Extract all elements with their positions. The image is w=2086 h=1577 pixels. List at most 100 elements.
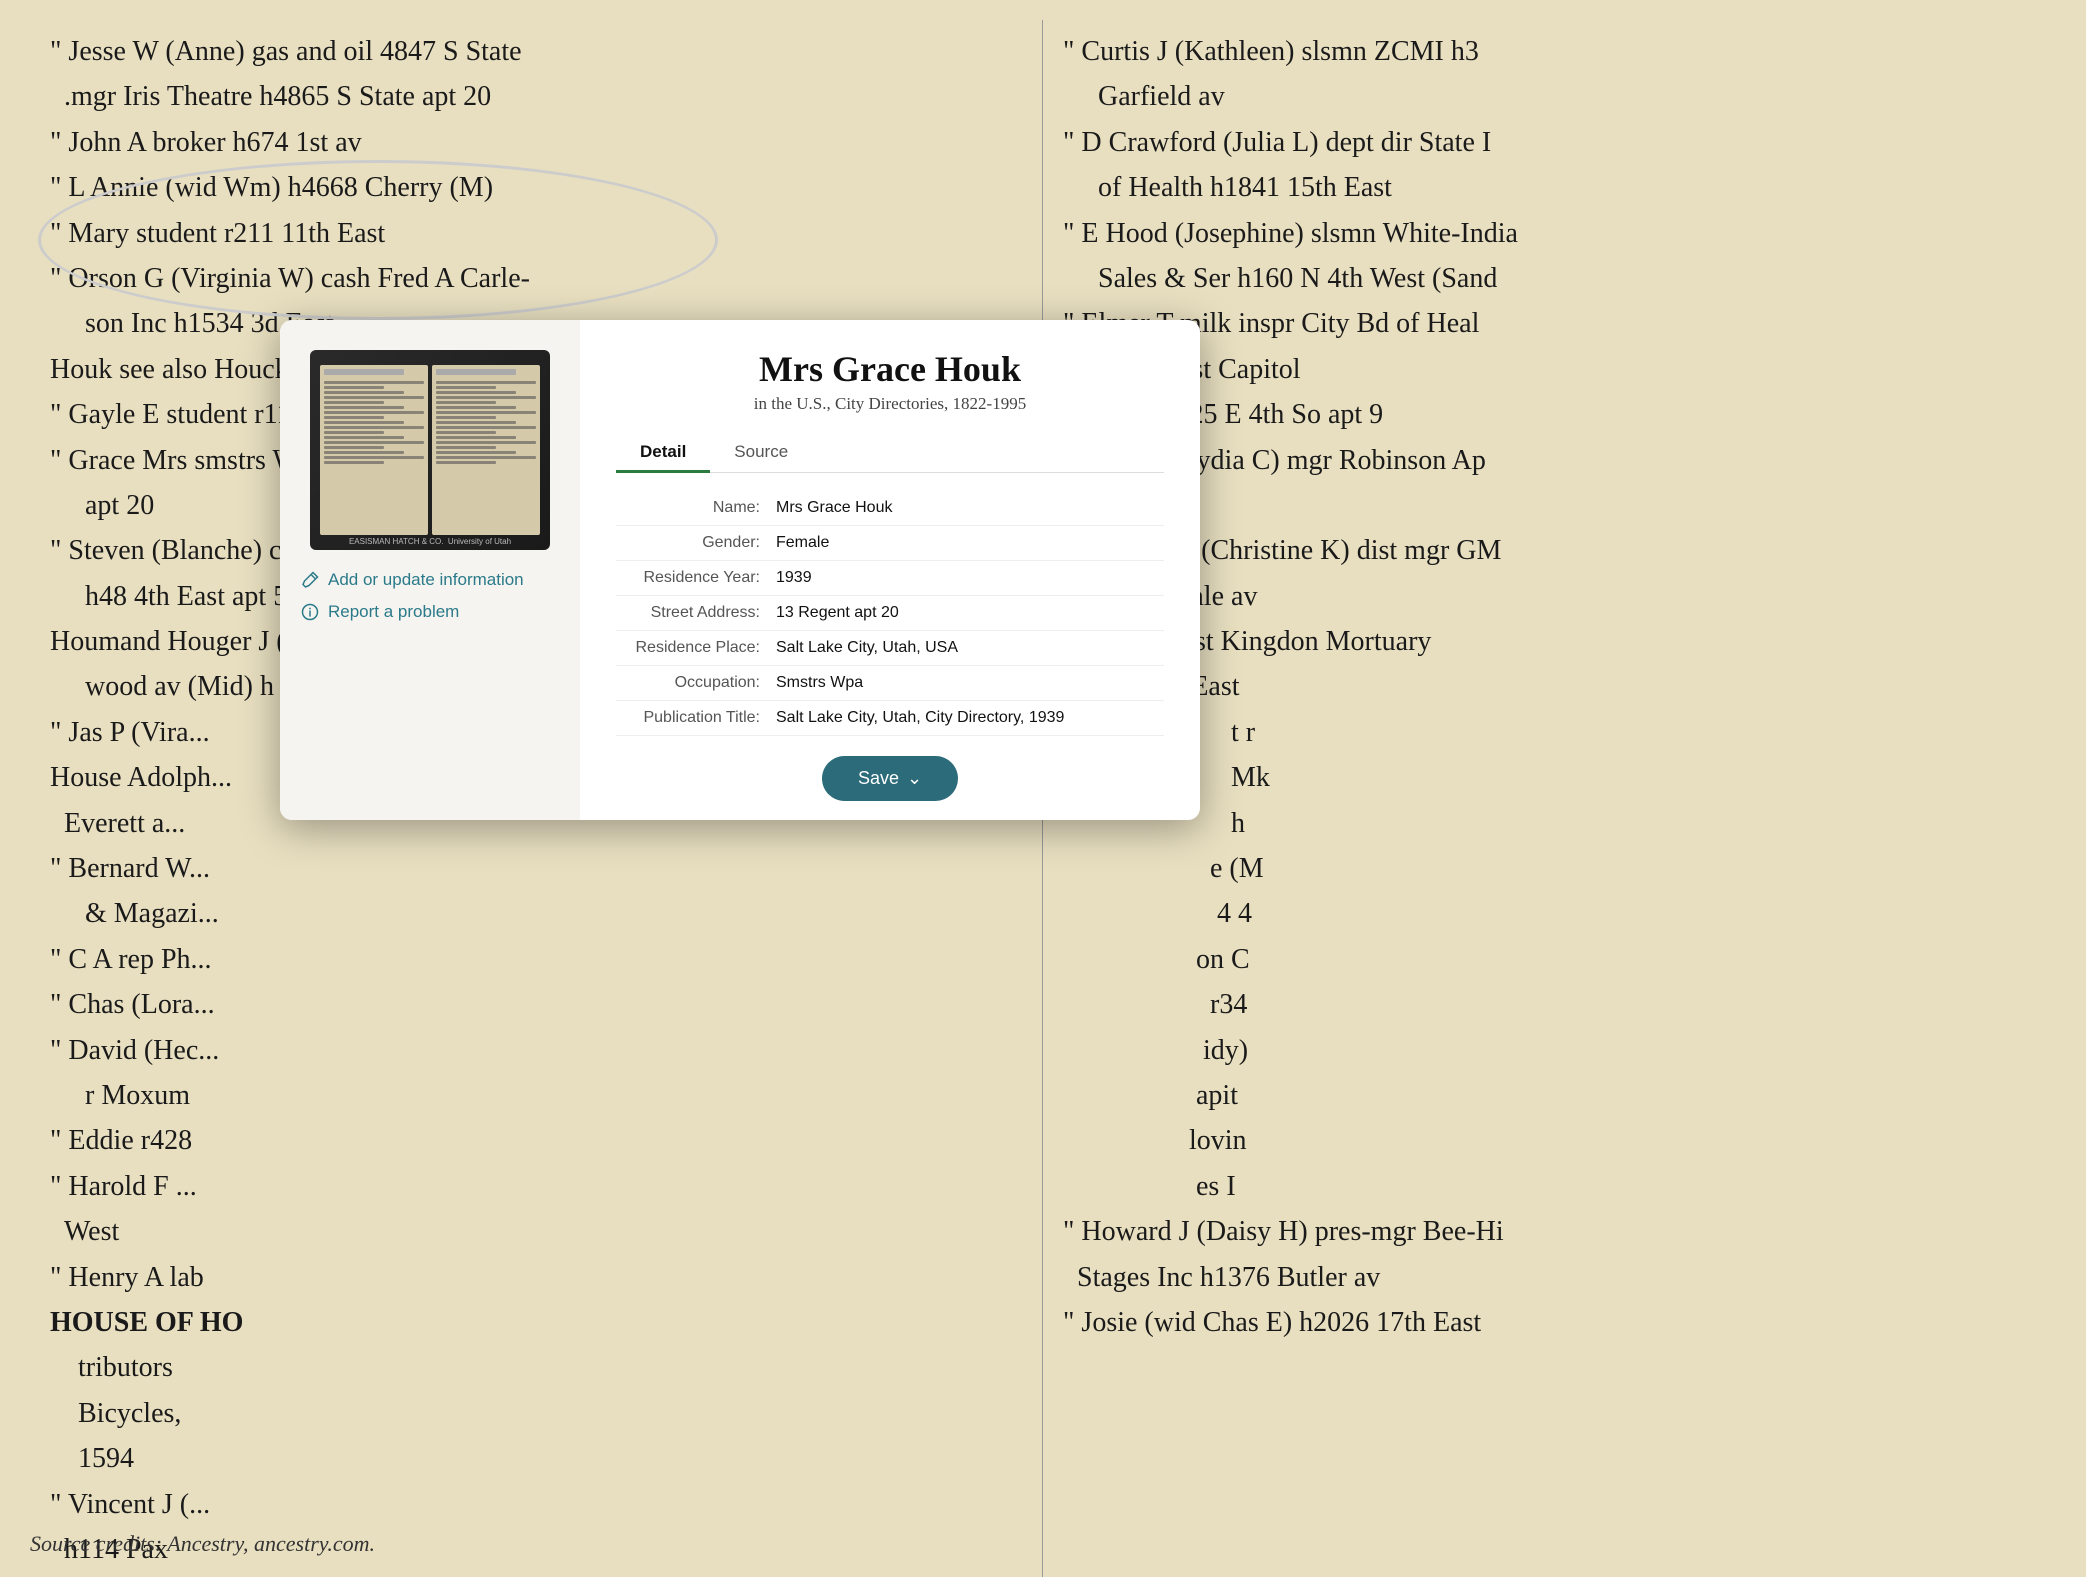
modal-title: Mrs Grace Houk (616, 348, 1164, 390)
book-line (436, 421, 516, 424)
np-line: apit (1063, 1074, 2036, 1117)
report-problem-link[interactable]: Report a problem (300, 602, 560, 622)
np-line: 4 4 (1063, 892, 2036, 935)
tab-detail[interactable]: Detail (616, 434, 710, 473)
book-line (324, 381, 424, 384)
field-label-publication-title: Publication Title: (616, 709, 776, 727)
book-line (436, 391, 516, 394)
field-publication-title: Publication Title: Salt Lake City, Utah,… (616, 701, 1164, 736)
field-label-gender: Gender: (616, 534, 776, 552)
book-line (324, 456, 424, 459)
book-line (324, 406, 404, 409)
book-right-page (432, 365, 540, 535)
np-line: " J Frank asst Kingdon Mortuary (1063, 620, 2036, 663)
np-line: " Jesse W (Anne) gas and oil 4847 S Stat… (50, 30, 1022, 73)
add-update-link[interactable]: Add or update information (300, 570, 560, 590)
np-line: Bicycles, (50, 1392, 1022, 1435)
book-line (324, 436, 404, 439)
np-line: " Elmer T milk inspr City Bd of Heal (1063, 302, 2036, 345)
np-line: " Harold F ... (50, 1165, 1022, 1208)
book-line (436, 441, 536, 444)
book-line (436, 426, 536, 429)
np-line: r255 2d East (1063, 665, 2036, 708)
thumbnail-image (310, 350, 550, 550)
field-residence-place: Residence Place: Salt Lake City, Utah, U… (616, 631, 1164, 666)
book-line (324, 386, 384, 389)
np-line: h (1063, 802, 2036, 845)
book-line (324, 451, 404, 454)
np-line: .mgr Iris Theatre h4865 S State apt 20 (50, 75, 1022, 118)
np-line: r34 (1063, 983, 2036, 1026)
chevron-down-icon: ⌄ (907, 768, 922, 789)
np-line: t r (1063, 711, 2036, 754)
book-line (436, 461, 496, 464)
np-line: " Emma h325 E 4th So apt 9 (1063, 393, 2036, 436)
book-line (436, 456, 536, 459)
np-line: " Orson G (Virginia W) cash Fred A Carle… (50, 257, 1022, 300)
book-header (324, 369, 404, 375)
np-line: " Curtis J (Kathleen) slsmn ZCMI h3 (1063, 30, 2036, 73)
field-occupation: Occupation: Smstrs Wpa (616, 666, 1164, 701)
book-pages (320, 365, 540, 535)
add-update-label: Add or update information (328, 570, 524, 590)
np-line: " C A rep Ph... (50, 938, 1022, 981)
modal-right-panel: Mrs Grace Houk in the U.S., City Directo… (580, 320, 1200, 820)
np-line: Stages Inc h1376 Butler av (1063, 1256, 2036, 1299)
modal-actions: Add or update information Report a probl… (300, 570, 560, 622)
modal-subtitle: in the U.S., City Directories, 1822-1995 (616, 394, 1164, 414)
book-line (436, 416, 496, 419)
field-value-street-address: 13 Regent apt 20 (776, 604, 899, 622)
book-line (436, 431, 496, 434)
field-value-residence-place: Salt Lake City, Utah, USA (776, 639, 958, 657)
np-line: " Bernard W... (50, 847, 1022, 890)
field-residence-year: Residence Year: 1939 (616, 561, 1164, 596)
book-line (436, 436, 516, 439)
field-label-residence-year: Residence Year: (616, 569, 776, 587)
np-line: " L Annie (wid Wm) h4668 Cherry (M) (50, 166, 1022, 209)
pencil-icon (300, 570, 320, 590)
book-left-page (320, 365, 428, 535)
np-line: " Vincent J (... (50, 1483, 1022, 1526)
book-line (324, 426, 424, 429)
np-line: " Henry A lab (50, 1256, 1022, 1299)
save-button[interactable]: Save ⌄ (822, 756, 958, 801)
book-line (324, 416, 384, 419)
field-gender: Gender: Female (616, 526, 1164, 561)
modal-tabs: Detail Source (616, 434, 1164, 473)
np-line: " D Crawford (Julia L) dept dir State I (1063, 121, 2036, 164)
np-line: r Moxum (50, 1074, 1022, 1117)
field-value-publication-title: Salt Lake City, Utah, City Directory, 19… (776, 709, 1064, 727)
modal-left-panel: EASISMAN HATCH & CO. University of Utah … (280, 320, 580, 820)
np-line: Mk (1063, 756, 2036, 799)
np-line: h268 C (1063, 484, 2036, 527)
np-line: tributors (50, 1346, 1022, 1389)
book-line (436, 446, 496, 449)
np-line: " J Kenneth (Christine K) dist mgr GM (1063, 529, 2036, 572)
np-line: " Wm H (Ma... (50, 1573, 1022, 1577)
np-line: " John A broker h674 1st av (50, 121, 1022, 164)
np-line: r619 West Capitol (1063, 348, 2036, 391)
field-label-residence-place: Residence Place: (616, 639, 776, 657)
book-header (436, 369, 516, 375)
np-line: " Mary student r211 11th East (50, 212, 1022, 255)
field-value-occupation: Smstrs Wpa (776, 674, 863, 692)
book-line (324, 401, 384, 404)
tab-source[interactable]: Source (710, 434, 812, 473)
book-line (436, 401, 496, 404)
field-value-residence-year: 1939 (776, 569, 812, 587)
np-line: " Howard J (Daisy H) pres-mgr Bee-Hi (1063, 1210, 2036, 1253)
np-line: es I (1063, 1165, 2036, 1208)
np-line: " E Hood (Josephine) slsmn White-India (1063, 212, 2036, 255)
field-value-name: Mrs Grace Houk (776, 499, 892, 517)
np-line: " Fred M (Lydia C) mgr Robinson Ap (1063, 439, 2036, 482)
book-line (324, 396, 424, 399)
book-line (324, 441, 424, 444)
report-problem-label: Report a problem (328, 602, 459, 622)
save-label: Save (858, 768, 899, 789)
np-line: lovin (1063, 1119, 2036, 1162)
np-line: " Chas (Lora... (50, 983, 1022, 1026)
book-line (324, 421, 404, 424)
record-thumbnail[interactable]: EASISMAN HATCH & CO. University of Utah (310, 350, 550, 550)
book-line (324, 431, 384, 434)
np-line: of Health h1841 15th East (1063, 166, 2036, 209)
